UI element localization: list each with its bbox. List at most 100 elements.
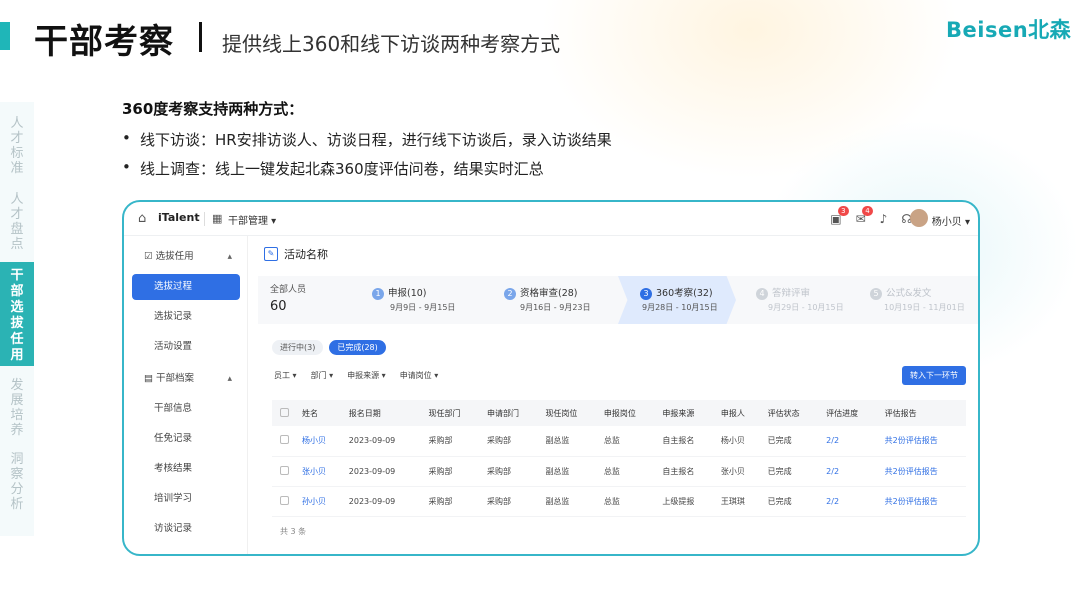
filter-department[interactable]: 部门 ▾	[311, 370, 334, 381]
table-cell: 自主报名	[654, 456, 713, 487]
slide-title: 干部考察	[34, 22, 174, 62]
table-cell: 2/2	[818, 486, 877, 517]
table-cell: 总监	[595, 456, 655, 487]
step-number: 4	[756, 288, 768, 300]
archive-icon: ▤	[144, 373, 153, 384]
pill-in-progress[interactable]: 进行中(3)	[272, 340, 324, 355]
menu-item-activity-settings[interactable]: 活动设置	[132, 334, 240, 360]
table-row: 杨小贝 2023-09-09 采购部 采购部 副总监 总监 自主报名 杨小贝 已…	[272, 426, 966, 457]
total-value: 60	[270, 299, 287, 314]
title-separator	[199, 22, 202, 52]
module-menu[interactable]: 干部管理 ▾	[228, 212, 276, 227]
next-stage-button[interactable]: 转入下一环节	[902, 366, 966, 385]
table-cell: 2023-09-09	[340, 426, 421, 457]
activity-icon: ✎	[264, 247, 278, 261]
menu-item-cadre-info[interactable]: 干部信息	[132, 396, 240, 422]
table-cell: 杨小贝	[712, 426, 760, 457]
total-label: 全部人员	[270, 285, 307, 295]
menu-item-appointment-records[interactable]: 任免记录	[132, 426, 240, 452]
speaker-icon[interactable]: ♪	[880, 212, 888, 226]
step-label-text: 360考察(32)	[656, 288, 713, 299]
side-nav-item-cadre-selection[interactable]: 干部选拔任用	[0, 262, 34, 366]
row-checkbox[interactable]	[272, 486, 294, 517]
slide-subtitle: 提供线上360和线下访谈两种考察方式	[222, 32, 561, 56]
column-header: 评估报告	[876, 400, 966, 426]
menu-item-selection-process[interactable]: 选拔过程	[132, 274, 240, 300]
filter-employee[interactable]: 员工 ▾	[274, 370, 297, 381]
filter-bar: 员工 ▾ 部门 ▾ 申报来源 ▾ 申请岗位 ▾	[274, 370, 438, 381]
menu-item-interview-records[interactable]: 访谈记录	[132, 516, 240, 542]
activity-title: ✎ 活动名称	[264, 246, 328, 262]
filter-source[interactable]: 申报来源 ▾	[347, 370, 386, 381]
candidate-name-link[interactable]: 杨小贝	[294, 426, 341, 457]
table-cell: 2023-09-09	[340, 456, 421, 487]
candidate-name-link[interactable]: 张小贝	[294, 456, 341, 487]
table-cell: 副总监	[537, 486, 596, 517]
table-cell: 总监	[595, 426, 655, 457]
side-nav-item-development[interactable]: 发展培养	[0, 378, 34, 438]
step-label-text: 资格审查(28)	[520, 288, 578, 299]
filter-label: 部门	[310, 371, 327, 380]
filter-label: 员工	[274, 371, 290, 380]
step-defense-review[interactable]: 4 答辩评审 9月29日 - 10月15日	[748, 276, 858, 324]
side-nav-label: 人才标准	[10, 116, 24, 176]
step-date: 9月29日 - 10月15日	[768, 303, 844, 312]
table-cell: 自主报名	[654, 426, 713, 457]
side-nav: 人才标准 人才盘点 干部选拔任用 发展培养 洞察分析	[0, 102, 34, 536]
table-cell: 总监	[595, 486, 655, 517]
step-label-text: 申报(10)	[388, 288, 427, 299]
row-checkbox[interactable]	[272, 426, 294, 457]
menu-item-assessment-results[interactable]: 考核结果	[132, 456, 240, 482]
menu-item-training[interactable]: 培训学习	[132, 486, 240, 512]
home-icon[interactable]: ⌂	[138, 211, 146, 226]
menu-item-selection-records[interactable]: 选拔记录	[132, 304, 240, 330]
app-topbar: ⌂ iTalent ▦ 干部管理 ▾ ▣ 3 ✉ 4 ♪ ☊ 杨小贝 ▾	[124, 202, 978, 236]
side-nav-item-talent-standard[interactable]: 人才标准	[0, 116, 34, 176]
apps-grid-icon[interactable]: ▦	[212, 212, 222, 225]
menu-group-icon: ☑	[144, 251, 153, 262]
menu-group-label: 干部档案	[156, 373, 195, 384]
filter-position[interactable]: 申请岗位 ▾	[400, 370, 439, 381]
menu-group-selection[interactable]: ☑ 选拔任用 ▴	[132, 244, 240, 270]
step-label: 4 答辩评审	[756, 285, 810, 300]
candidate-table: 姓名 报名日期 现任部门 申请部门 现任岗位 申报岗位 申报来源 申报人 评估状…	[272, 400, 966, 517]
chevron-up-icon: ▴	[227, 252, 232, 262]
app-logo: iTalent	[158, 211, 200, 224]
report-link[interactable]: 共2份评估报告	[876, 426, 966, 457]
step-date: 9月9日 - 9月15日	[390, 303, 456, 312]
step-qualification[interactable]: 2 资格审查(28) 9月16日 - 9月23日	[492, 276, 622, 324]
mail-badge: 4	[862, 206, 873, 216]
app-main: ✎ 活动名称 全部人员 60 1 申报(10) 9月9日 - 9月15日 2 资格审…	[258, 236, 978, 554]
status-filter-pills: 进行中(3) 已完成(28)	[272, 340, 386, 355]
side-nav-item-insight[interactable]: 洞察分析	[0, 452, 34, 512]
table-cell: 2023-09-09	[340, 486, 421, 517]
select-all-checkbox[interactable]	[272, 400, 294, 426]
row-checkbox[interactable]	[272, 456, 294, 487]
report-link[interactable]: 共2份评估报告	[876, 456, 966, 487]
column-header: 评估状态	[759, 400, 819, 426]
title-accent-bar	[0, 22, 10, 50]
menu-group-archive[interactable]: ▤ 干部档案 ▴	[132, 366, 240, 392]
step-declare[interactable]: 1 申报(10) 9月9日 - 9月15日	[358, 276, 488, 324]
table-cell: 采购部	[420, 426, 479, 457]
step-360-assessment[interactable]: 3 360考察(32) 9月28日 - 10月15日	[618, 276, 736, 324]
record-count: 共 3 条	[280, 527, 307, 536]
mail-icon[interactable]: ✉ 4	[856, 206, 873, 226]
app-screenshot-frame: ⌂ iTalent ▦ 干部管理 ▾ ▣ 3 ✉ 4 ♪ ☊ 杨小贝 ▾ ☑ 选拔任…	[122, 200, 980, 556]
table-cell: 副总监	[537, 426, 596, 457]
pill-completed[interactable]: 已完成(28)	[329, 340, 386, 355]
step-date: 9月28日 - 10月15日	[642, 303, 718, 312]
user-menu[interactable]: 杨小贝 ▾	[932, 213, 970, 228]
table-cell: 采购部	[478, 426, 538, 457]
step-label-text: 答辩评审	[772, 288, 811, 299]
avatar[interactable]	[910, 209, 928, 227]
intro-bullet: • 线上调查：线上一键发起北森360度评估问卷，结果实时汇总	[122, 158, 544, 178]
step-publicity[interactable]: 5 公式&发文 10月19日 - 11月01日	[862, 276, 976, 324]
report-link[interactable]: 共2份评估报告	[876, 486, 966, 517]
table-cell: 采购部	[420, 456, 479, 487]
task-icon[interactable]: ▣ 3	[830, 206, 849, 226]
intro-heading: 360度考察支持两种方式：	[122, 100, 304, 118]
side-nav-item-talent-review[interactable]: 人才盘点	[0, 192, 34, 252]
candidate-name-link[interactable]: 孙小贝	[294, 486, 341, 517]
topbar-icons: ▣ 3 ✉ 4 ♪ ☊	[830, 206, 912, 226]
